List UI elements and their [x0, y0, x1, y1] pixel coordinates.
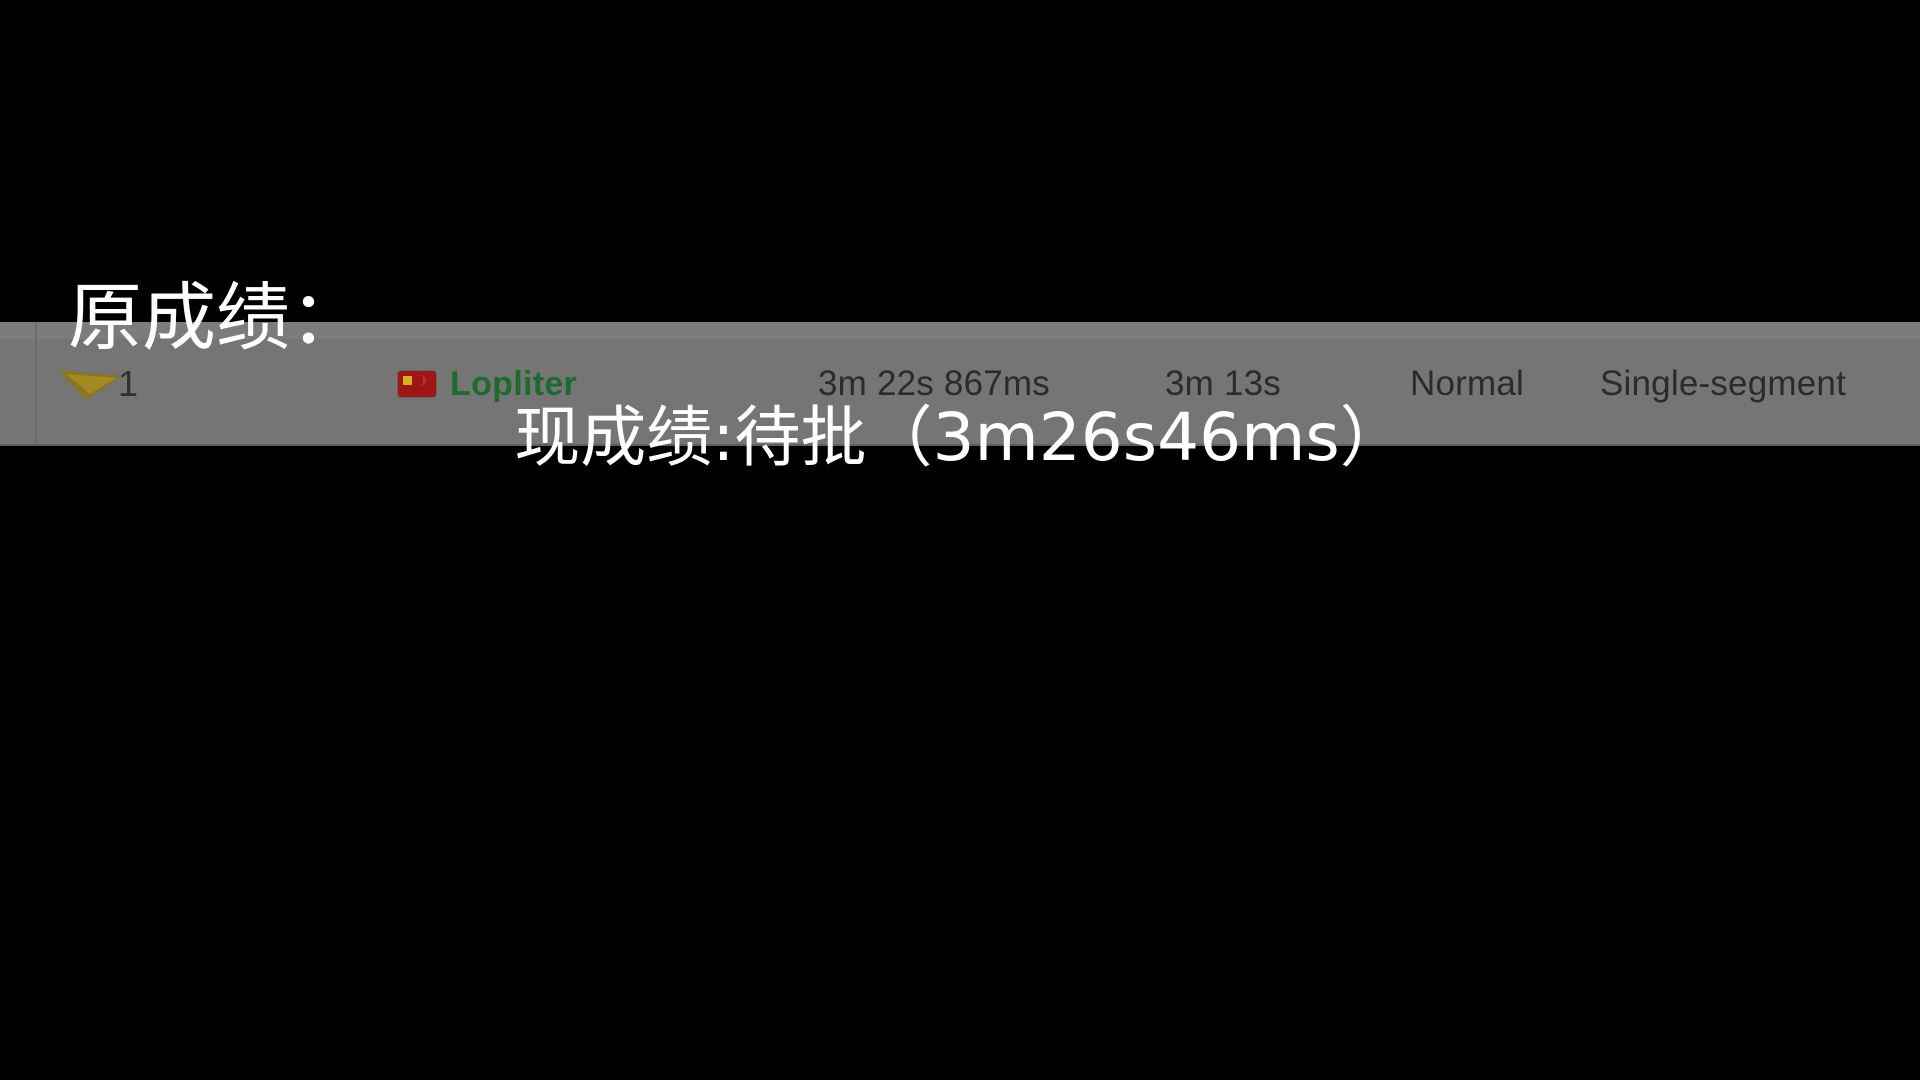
- overlay-original-score-label: 原成绩：: [68, 275, 364, 361]
- black-backdrop: [0, 0, 1920, 1080]
- china-flag-icon: [398, 371, 436, 397]
- player-name[interactable]: Lopliter: [450, 365, 577, 404]
- overlay-current-score-text: 现成绩:待批（3m26s46ms）: [514, 399, 1406, 476]
